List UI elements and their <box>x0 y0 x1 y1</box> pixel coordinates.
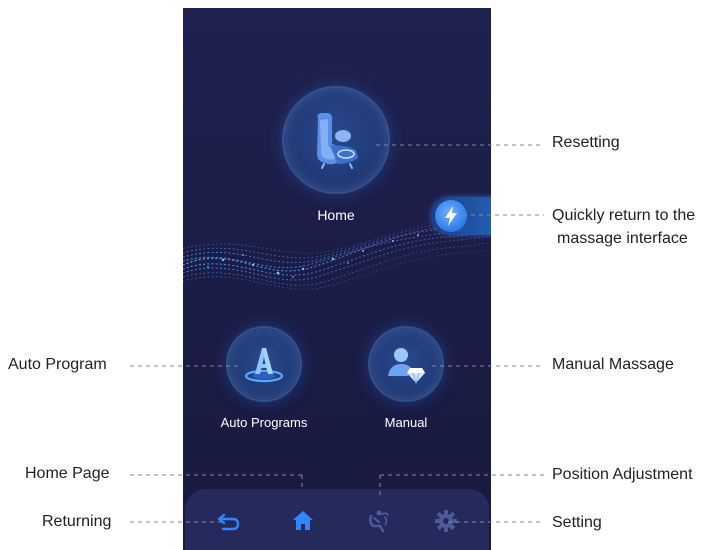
callout-setting: Setting <box>552 514 602 531</box>
callout-quick-return-2: massage interface <box>557 230 688 247</box>
callout-resetting: Resetting <box>552 134 620 151</box>
callout-home-page: Home Page <box>25 465 110 482</box>
callout-auto-program: Auto Program <box>8 356 107 373</box>
callout-quick-return-1: Quickly return to the <box>552 207 696 224</box>
callout-returning: Returning <box>42 513 112 530</box>
callout-position-adjustment: Position Adjustment <box>552 466 693 483</box>
callout-manual-massage: Manual Massage <box>552 356 674 373</box>
